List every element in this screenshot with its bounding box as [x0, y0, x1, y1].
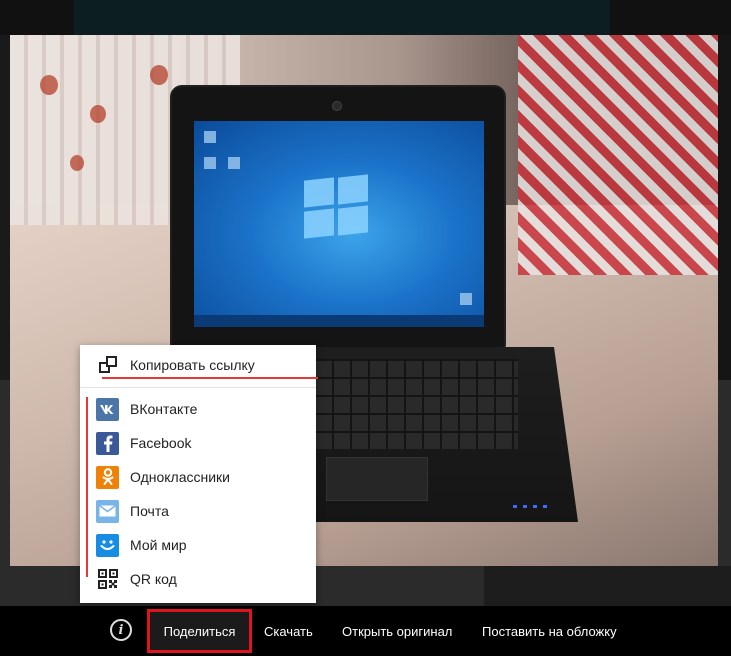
- share-moi-mir-label: Мой мир: [130, 537, 187, 553]
- photo-laptop-touchpad: [326, 457, 428, 501]
- qr-code-icon: [96, 568, 119, 591]
- photo-desktop-icon: [204, 157, 216, 169]
- photo-curtain-pattern: [150, 65, 168, 85]
- copy-link-highlight: [102, 377, 318, 379]
- share-moi-mir-item[interactable]: Мой мир: [80, 528, 316, 562]
- photo-desktop-icon: [460, 293, 472, 305]
- photo-laptop-camera: [332, 101, 342, 111]
- share-qr-code-item[interactable]: QR код: [80, 562, 316, 596]
- open-original-button[interactable]: Открыть оригинал: [342, 606, 452, 656]
- share-vk-item[interactable]: ВКонтакте: [80, 392, 316, 426]
- share-odnoklassniki-item[interactable]: Одноклассники: [80, 460, 316, 494]
- photo-curtain-pattern: [40, 75, 58, 95]
- odnoklassniki-icon: [96, 465, 119, 489]
- background-strip: [74, 0, 610, 35]
- photo-windows-logo: [304, 174, 370, 239]
- photo-led: [543, 505, 547, 508]
- photo-curtain-right: [518, 35, 718, 275]
- photo-curtain-pattern: [70, 155, 84, 171]
- copy-link-icon: [96, 354, 119, 377]
- share-mail-label: Почта: [130, 503, 169, 519]
- info-button[interactable]: i: [110, 619, 132, 641]
- photo-led: [523, 505, 527, 508]
- copy-link-label: Копировать ссылку: [130, 357, 255, 373]
- share-mail-item[interactable]: Почта: [80, 494, 316, 528]
- photo-laptop-screen: [194, 121, 484, 327]
- photo-laptop-lid: [172, 87, 504, 347]
- share-qr-code-label: QR код: [130, 571, 177, 587]
- info-icon: i: [118, 622, 124, 638]
- share-vk-label: ВКонтакте: [130, 401, 198, 417]
- photo-desktop-icon: [204, 131, 216, 143]
- share-facebook-label: Facebook: [130, 435, 192, 451]
- share-menu: Копировать ссылку ВКонтакте Facebook Одн…: [80, 345, 318, 603]
- set-cover-button[interactable]: Поставить на обложку: [482, 606, 617, 656]
- menu-divider: [80, 387, 316, 388]
- mail-icon: [96, 499, 119, 523]
- photo-led: [513, 505, 517, 508]
- photo-taskbar: [194, 315, 484, 327]
- photo-desktop-icon: [228, 157, 240, 169]
- background-lower-right: [484, 566, 731, 606]
- share-button[interactable]: Поделиться: [147, 609, 252, 653]
- vk-icon: [96, 397, 119, 421]
- download-button[interactable]: Скачать: [264, 606, 313, 656]
- share-odnoklassniki-label: Одноклассники: [130, 469, 231, 485]
- photo-toolbar: i Поделиться Скачать Открыть оригинал По…: [0, 606, 731, 656]
- share-facebook-item[interactable]: Facebook: [80, 426, 316, 460]
- moi-mir-icon: [96, 533, 119, 557]
- facebook-icon: [96, 431, 119, 455]
- photo-curtain-pattern: [90, 105, 106, 123]
- photo-led: [533, 505, 537, 508]
